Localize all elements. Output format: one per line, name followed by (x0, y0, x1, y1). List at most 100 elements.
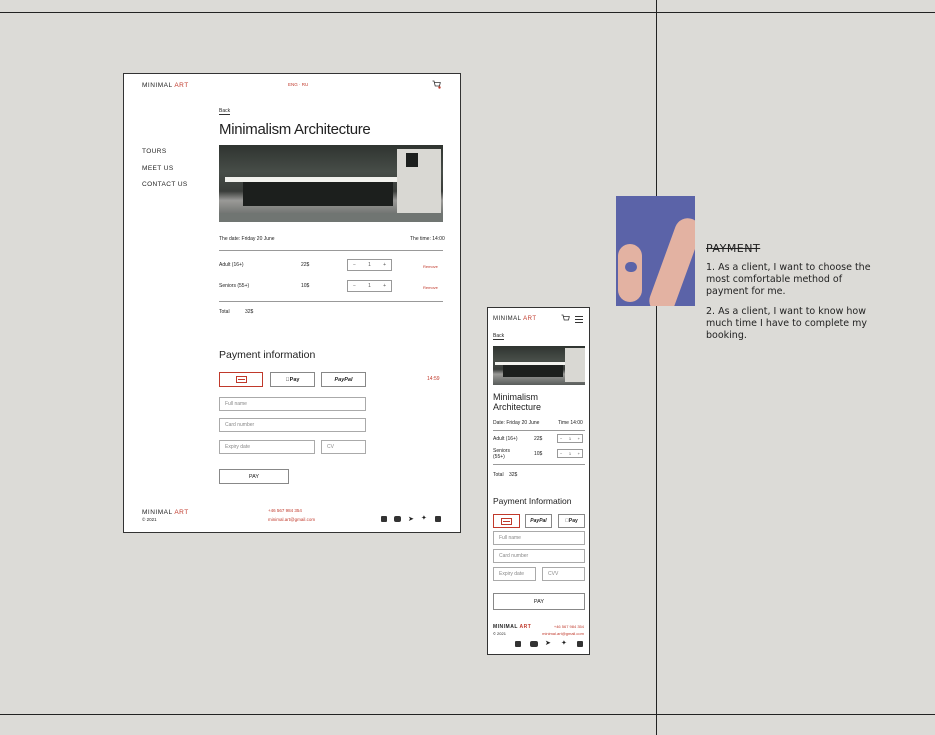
logo-word-art: ART (174, 509, 189, 516)
language-switch[interactable]: ENG · RU (288, 82, 308, 87)
apple-pay-label: Pay (287, 376, 300, 383)
minus-icon[interactable]: − (560, 451, 562, 456)
pay-apple-pay-button[interactable]:  Pay (270, 372, 315, 387)
ticket-seniors-price: 10$ (301, 283, 310, 289)
minus-icon[interactable]: − (353, 262, 356, 268)
youtube-icon[interactable] (530, 641, 538, 647)
plus-icon[interactable]: + (578, 451, 580, 456)
remove-link[interactable]: Remove (423, 285, 438, 290)
note-item-2: 2. As a client, I want to know how much … (706, 306, 867, 341)
paypal-label: PayPal (334, 376, 353, 383)
paypal-label: PayPal (530, 518, 547, 524)
hero-image (219, 145, 443, 222)
logo-word-art: ART (523, 316, 537, 322)
telegram-icon[interactable]: ➤ (408, 515, 414, 523)
mobile-mockup: MINIMAL ART Back Minimalism Architecture… (487, 307, 590, 655)
full-name-field[interactable]: Full name (219, 397, 366, 411)
logo[interactable]: MINIMAL ART (493, 316, 537, 322)
telegram-icon[interactable]: ➤ (545, 639, 551, 647)
footer-phone[interactable]: +46 567 984 354 (268, 508, 302, 513)
vk-icon[interactable] (435, 516, 441, 522)
guide-line-top (0, 12, 935, 13)
expiry-date-field[interactable]: Expiry date (219, 440, 315, 454)
remove-link[interactable]: Remove (423, 264, 438, 269)
logo-word-minimal: MINIMAL (142, 82, 173, 89)
ticket-seniors-stepper[interactable]: − 1 + (557, 449, 583, 458)
tour-date: Date: Friday 20 June (493, 420, 540, 426)
note-item-1: 1. As a client, I want to choose the mos… (706, 262, 871, 297)
minus-icon[interactable]: − (353, 283, 356, 289)
ticket-adult-price: 22$ (301, 262, 310, 268)
cart-icon[interactable] (561, 314, 570, 325)
apple-pay-label: Pay (567, 518, 578, 524)
minus-icon[interactable]: − (560, 436, 562, 441)
footer-phone[interactable]: +46 567 984 354 (554, 624, 584, 629)
tour-time: The time: 14:00 (410, 236, 445, 242)
total-label: Total (219, 309, 230, 315)
cart-icon[interactable] (432, 80, 441, 91)
logo-word-minimal: MINIMAL (493, 316, 522, 322)
cvv-field[interactable]: CV (321, 440, 366, 454)
plus-icon[interactable]: + (383, 262, 386, 268)
pay-apple-pay-button[interactable]:  Pay (558, 514, 585, 528)
quantity-value: 1 (368, 262, 371, 268)
divider (493, 430, 585, 431)
nav-contact-us[interactable]: CONTACT US (142, 181, 188, 188)
nav-meet-us[interactable]: MEET US (142, 165, 174, 172)
pay-card-button[interactable] (493, 514, 520, 528)
footer-email[interactable]: minimal.art@gmail.com (268, 517, 315, 522)
label-line: (55+) (493, 454, 505, 460)
youtube-icon[interactable] (394, 516, 401, 522)
footer-logo[interactable]: MINIMAL ART (142, 509, 189, 516)
back-link[interactable]: Back (219, 108, 231, 115)
logo-word-art: ART (519, 624, 532, 630)
logo-word-minimal: MINIMAL (142, 509, 173, 516)
title-line: Architecture (493, 402, 542, 412)
ticket-adult-label: Adult (16+) (493, 436, 518, 442)
pay-paypal-button[interactable]: PayPal (321, 372, 366, 387)
page-title: Minimalism Architecture (219, 121, 371, 138)
ticket-seniors-stepper[interactable]: − 1 + (347, 280, 392, 292)
logo-word-art: ART (174, 82, 189, 89)
tour-date: The date: Friday 20 June (219, 236, 275, 242)
payment-title: Payment Information (493, 496, 572, 506)
menu-icon[interactable] (575, 316, 583, 323)
plus-icon[interactable]: + (383, 283, 386, 289)
vk-icon[interactable] (577, 641, 583, 647)
guide-line-vertical (656, 0, 657, 735)
total-value: 32$ (509, 472, 518, 478)
copyright: © 2021 (142, 517, 157, 522)
instagram-icon[interactable] (381, 516, 387, 522)
instagram-icon[interactable] (515, 641, 521, 647)
credit-card-icon (235, 376, 247, 383)
footer-email[interactable]: minimal.art@gmail.com (542, 631, 584, 636)
logo[interactable]: MINIMAL ART (142, 82, 189, 89)
plus-icon[interactable]: + (578, 436, 580, 441)
ticket-adult-stepper[interactable]: − 1 + (347, 259, 392, 271)
card-number-field[interactable]: Card number (493, 549, 585, 563)
twitter-icon[interactable]: ✦ (421, 514, 427, 522)
ticket-seniors-label: Seniors (55+) (493, 448, 510, 460)
expiry-date-field[interactable]: Expiry date (493, 567, 536, 581)
back-link[interactable]: Back (493, 333, 505, 340)
pay-card-button[interactable] (219, 372, 263, 387)
desktop-mockup: MINIMAL ART ENG · RU TOURS MEET US CONTA… (123, 73, 461, 533)
ticket-adult-stepper[interactable]: − 1 + (557, 434, 583, 443)
full-name-field[interactable]: Full name (493, 531, 585, 545)
divider (493, 464, 585, 465)
pay-button[interactable]: PAY (493, 593, 585, 610)
card-number-field[interactable]: Card number (219, 418, 366, 432)
twitter-icon[interactable]: ✦ (561, 639, 567, 647)
ticket-seniors-label: Seniors (55+) (219, 283, 250, 289)
ticket-adult-label: Adult (16+) (219, 262, 244, 268)
cvv-field[interactable]: CVV (542, 567, 585, 581)
ticket-adult-price: 22$ (534, 436, 543, 442)
footer-logo[interactable]: MINIMAL ART (493, 624, 531, 630)
pay-paypal-button[interactable]: PayPal (525, 514, 552, 528)
quantity-value: 1 (368, 283, 371, 289)
logo-word-minimal: MINIMAL (493, 624, 518, 630)
tour-time: Time 14:00 (558, 420, 583, 426)
nav-tours[interactable]: TOURS (142, 148, 167, 155)
pay-button[interactable]: PAY (219, 469, 289, 484)
divider (219, 250, 443, 251)
